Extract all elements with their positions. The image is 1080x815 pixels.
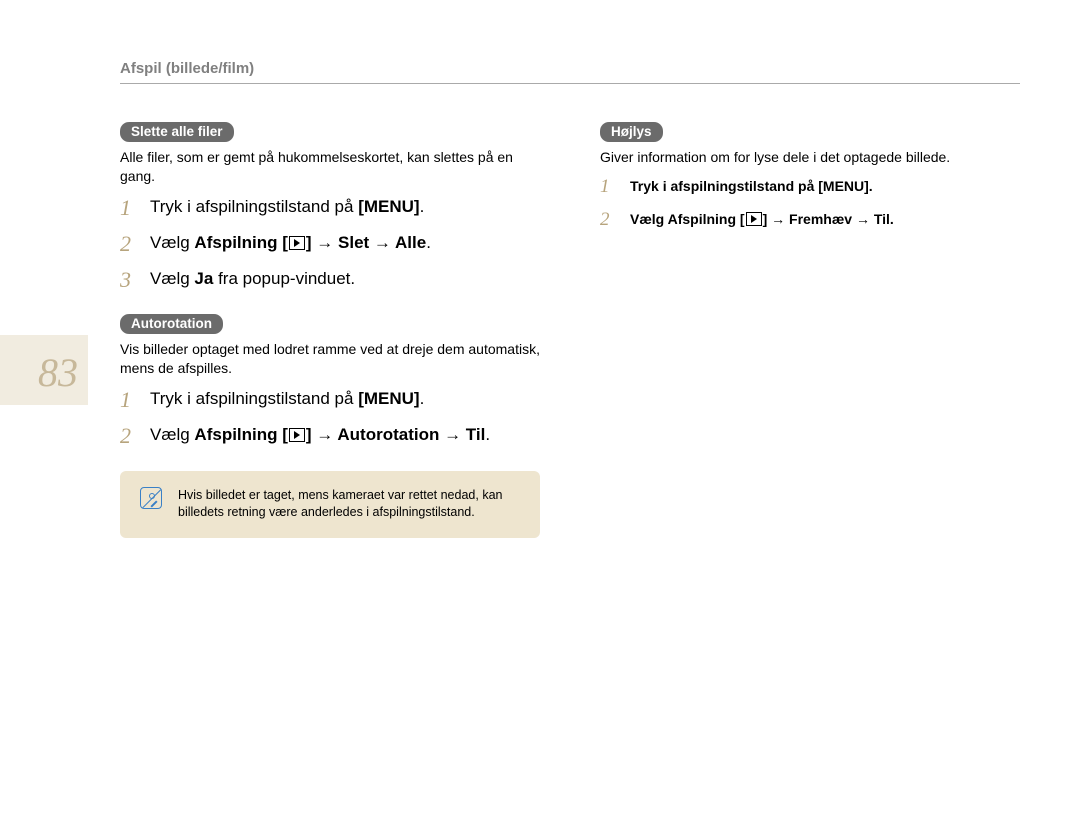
step: 3 Vælg Ja fra popup-vinduet. — [120, 268, 540, 292]
note-icon — [140, 487, 162, 509]
right-column: Højlys Giver information om for lyse del… — [600, 122, 1020, 538]
step: 2 Vælg Afspilning [] → Slet → Alle. — [120, 232, 540, 256]
section-desc: Giver information om for lyse dele i det… — [600, 148, 1020, 167]
note-box: Hvis billedet er taget, mens kameraet va… — [120, 471, 540, 538]
section-desc: Alle filer, som er gemt på hukommelsesko… — [120, 148, 540, 186]
page-number: 83 — [0, 335, 88, 405]
step-number: 3 — [120, 268, 138, 292]
page-content: Afspil (billede/film) Slette alle filer … — [0, 0, 1080, 598]
steps-delete-all: 1 Tryk i afspilningstilstand på [MENU]. … — [120, 196, 540, 293]
steps-autorotation: 1 Tryk i afspilningstilstand på [MENU]. … — [120, 388, 540, 448]
play-icon — [746, 212, 762, 226]
step: 2 Vælg Afspilning [] → Fremhæv → Til. — [600, 210, 1020, 231]
step: 1 Tryk i afspilningstilstand på [MENU]. — [600, 177, 1020, 198]
section-title-autorotation: Autorotation — [120, 314, 223, 334]
step: 1 Tryk i afspilningstilstand på [MENU]. — [120, 196, 540, 220]
play-icon — [289, 236, 305, 250]
step-number: 1 — [120, 388, 138, 412]
step: 1 Tryk i afspilningstilstand på [MENU]. — [120, 388, 540, 412]
section-title-highlight: Højlys — [600, 122, 663, 142]
steps-highlight: 1 Tryk i afspilningstilstand på [MENU]. … — [600, 177, 1020, 231]
step-number: 2 — [120, 424, 138, 448]
left-column: Slette alle filer Alle filer, som er gem… — [120, 122, 540, 538]
note-text: Hvis billedet er taget, mens kameraet va… — [178, 487, 520, 522]
step-number: 1 — [120, 196, 138, 220]
step-number: 1 — [600, 177, 618, 198]
step-number: 2 — [120, 232, 138, 256]
step-number: 2 — [600, 210, 618, 231]
section-title-delete-all: Slette alle filer — [120, 122, 234, 142]
section-desc: Vis billeder optaget med lodret ramme ve… — [120, 340, 540, 378]
breadcrumb: Afspil (billede/film) — [120, 60, 1020, 84]
step: 2 Vælg Afspilning [] → Autorotation → Ti… — [120, 424, 540, 448]
play-icon — [289, 428, 305, 442]
